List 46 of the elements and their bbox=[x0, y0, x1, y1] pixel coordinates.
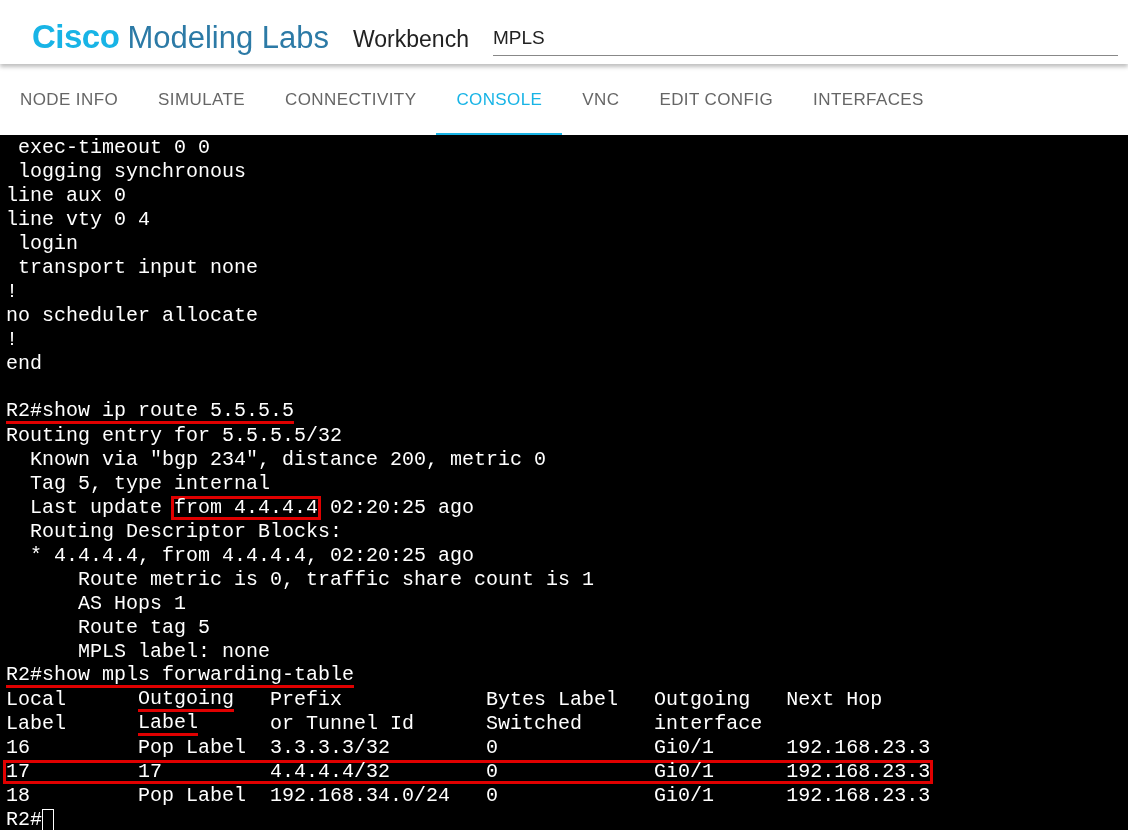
console-line: Known via "bgp 234", distance 200, metric 0 bbox=[29, 448, 547, 472]
brand-logo-text: Cisco bbox=[32, 18, 120, 56]
console-line: AS Hops 1 bbox=[77, 592, 187, 616]
console-line: 16 Pop Label 3.3.3.3/32 0 Gi0/1 192.168.23.3 bbox=[6, 736, 931, 760]
prompt-text: R2# bbox=[6, 808, 42, 830]
console-line: Route metric is 0, traffic share count is 1 bbox=[77, 568, 595, 592]
tab[interactable]: CONNECTIVITY bbox=[265, 66, 437, 135]
console-line: MPLS label: none bbox=[77, 640, 271, 664]
console-line: login bbox=[17, 232, 78, 256]
console-line: Tag 5, type internal bbox=[29, 472, 271, 496]
console-text: Label bbox=[6, 712, 67, 736]
section-title: Workbench bbox=[353, 26, 469, 54]
highlighted-text: R2#show ip route 5.5.5.5 bbox=[6, 400, 295, 424]
tab[interactable]: SIMULATE bbox=[138, 66, 265, 135]
highlighted-text: R2#show mpls forwarding-table bbox=[6, 664, 355, 688]
console-terminal[interactable] bbox=[0, 135, 1128, 830]
tab[interactable]: INTERFACES bbox=[793, 66, 944, 135]
console-line: ! bbox=[6, 280, 18, 304]
console-line: ! bbox=[6, 328, 18, 352]
console-text: Local bbox=[6, 688, 67, 712]
console-text: Last update bbox=[29, 496, 164, 520]
console-line: Routing entry for 5.5.5.5/32 bbox=[6, 424, 343, 448]
console-line: exec-timeout 0 0 bbox=[17, 136, 211, 160]
highlighted-text: Outgoing bbox=[138, 688, 235, 712]
console-text: Prefix Bytes Label Outgoing Next Hop bbox=[269, 688, 883, 712]
cursor-icon bbox=[42, 809, 54, 830]
console-line: logging synchronous bbox=[17, 160, 247, 184]
highlighted-text: 17 17 4.4.4.4/32 0 Gi0/1 192.168.23.3 bbox=[3, 760, 934, 784]
console-line: Routing Descriptor Blocks: bbox=[29, 520, 343, 544]
console-line: line vty 0 4 bbox=[6, 208, 151, 232]
console-line: no scheduler allocate bbox=[6, 304, 259, 328]
brand-name: Modeling Labs bbox=[127, 20, 329, 56]
highlighted-text: Label bbox=[138, 712, 199, 736]
console-line: transport input none bbox=[17, 256, 259, 280]
tab[interactable]: NODE INFO bbox=[0, 66, 139, 135]
tab[interactable]: EDIT CONFIG bbox=[639, 66, 794, 135]
tab[interactable]: VNC bbox=[562, 66, 640, 135]
highlighted-text: from 4.4.4.4 bbox=[171, 496, 322, 520]
console-line: line aux 0 bbox=[6, 184, 127, 208]
console-line: end bbox=[6, 352, 42, 376]
console-text: 02:20:25 ago bbox=[329, 496, 475, 520]
console-line: 18 Pop Label 192.168.34.0/24 0 Gi0/1 192.168.23.3 bbox=[6, 784, 931, 808]
console-text: or Tunnel Id Switched interface bbox=[269, 712, 763, 736]
console-line: * 4.4.4.4, from 4.4.4.4, 02:20:25 ago bbox=[29, 544, 475, 568]
lab-name-field[interactable]: MPLS bbox=[492, 25, 1118, 56]
console-line: Route tag 5 bbox=[77, 616, 211, 640]
